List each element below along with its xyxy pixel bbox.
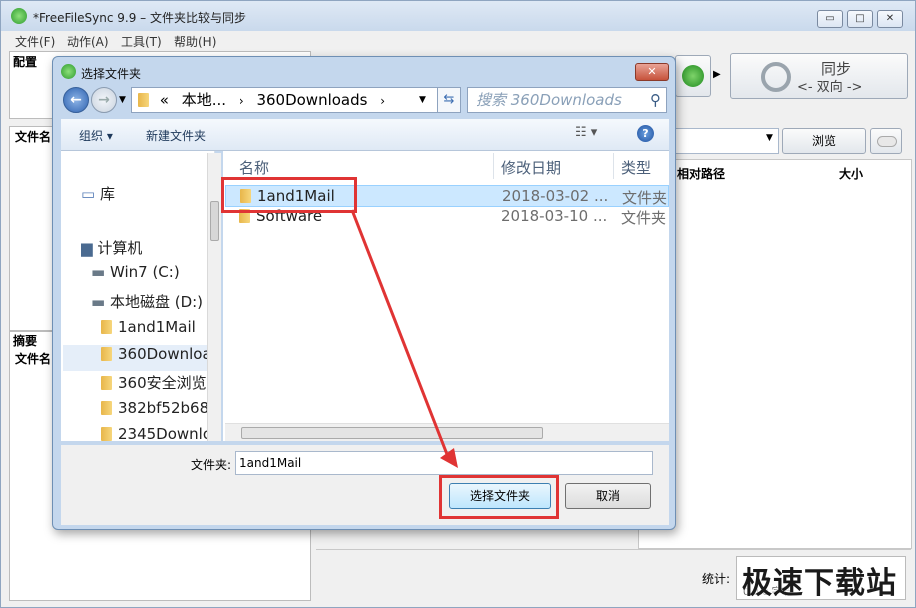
annotation-arrow [350,209,458,468]
watermark: 极速下载站 [742,566,897,601]
